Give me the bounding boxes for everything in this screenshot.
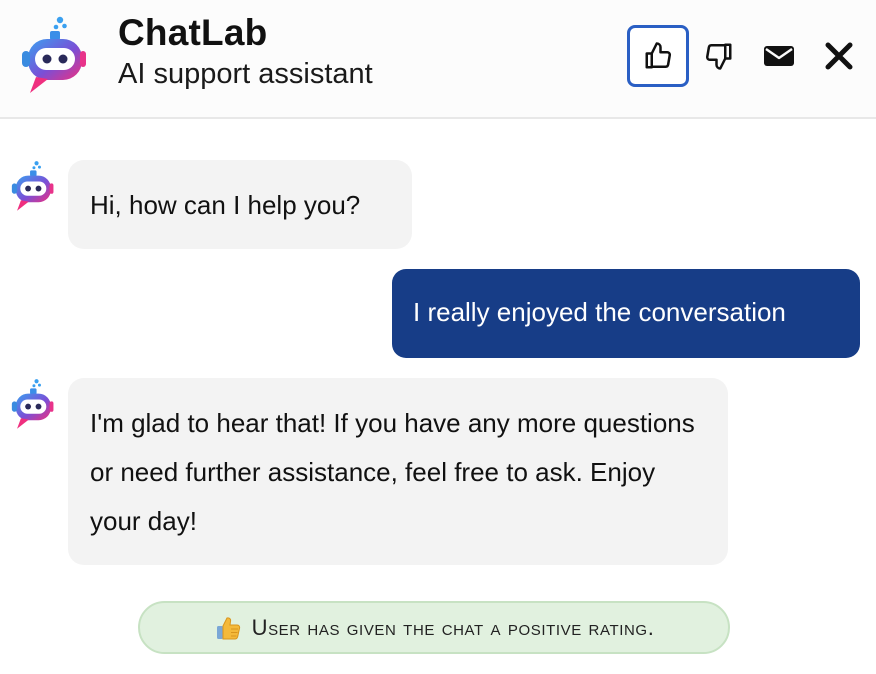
chat-header: ChatLab AI support assistant xyxy=(0,0,876,119)
rating-notice: User has given the chat a positive ratin… xyxy=(138,601,730,654)
thumbs-up-button[interactable] xyxy=(627,25,689,87)
user-message: I really enjoyed the conversation xyxy=(392,269,860,358)
thumbs-up-emoji-icon xyxy=(214,614,242,642)
app-title: ChatLab xyxy=(118,12,268,53)
thumbs-down-button[interactable] xyxy=(688,25,750,87)
bot-avatar-icon xyxy=(10,160,54,212)
app-subtitle: AI support assistant xyxy=(118,58,373,90)
rating-notice-text: User has given the chat a positive ratin… xyxy=(251,614,655,640)
bot-message: I'm glad to hear that! If you have any m… xyxy=(68,378,728,565)
bot-avatar-icon xyxy=(10,378,54,430)
bot-message: Hi, how can I help you? xyxy=(68,160,412,249)
thumbs-up-icon xyxy=(645,42,672,69)
close-button[interactable] xyxy=(808,25,870,87)
robot-chat-icon xyxy=(20,15,86,95)
close-icon xyxy=(825,42,853,70)
mail-icon xyxy=(764,46,794,66)
email-transcript-button[interactable] xyxy=(748,25,810,87)
thumbs-down-icon xyxy=(705,43,732,70)
